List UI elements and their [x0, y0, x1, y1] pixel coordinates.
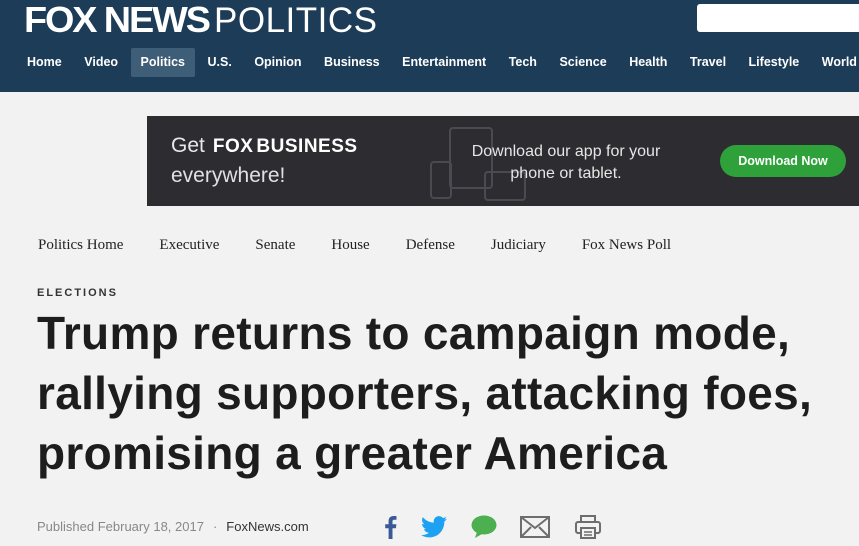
logo-brand: FOX NEWS [24, 0, 211, 40]
ad-everywhere-text: everywhere! [171, 164, 286, 187]
nav-item-lifestyle[interactable]: Lifestyle [739, 48, 810, 77]
facebook-icon[interactable] [377, 512, 403, 542]
nav-item-politics[interactable]: Politics [130, 48, 196, 77]
download-now-button[interactable]: Download Now [720, 145, 846, 177]
nav-item-video[interactable]: Video [74, 48, 128, 77]
subnav-item-house[interactable]: House [331, 235, 369, 255]
ad-banner[interactable]: Get FOX BUSINESS everywhere! Download our … [147, 116, 859, 206]
site-header: FOX NEWS POLITICS Home Video Politics U.… [0, 0, 859, 92]
main-nav: Home Video Politics U.S. Opinion Busines… [17, 48, 859, 77]
search-input[interactable] [697, 4, 859, 32]
subnav-item-politics-home[interactable]: Politics Home [38, 235, 123, 255]
subnav-item-executive[interactable]: Executive [159, 235, 219, 255]
nav-item-entertainment[interactable]: Entertainment [392, 48, 496, 77]
subnav-item-judiciary[interactable]: Judiciary [491, 235, 546, 255]
nav-item-us[interactable]: U.S. [198, 48, 242, 77]
nav-item-travel[interactable]: Travel [680, 48, 736, 77]
comment-icon[interactable] [469, 512, 499, 542]
ad-brand-business: BUSINESS [256, 136, 358, 157]
nav-item-opinion[interactable]: Opinion [244, 48, 311, 77]
article-category[interactable]: ELECTIONS [37, 287, 118, 299]
ad-download-text: Download our app for your phone or table… [471, 143, 661, 182]
subnav-item-fox-news-poll[interactable]: Fox News Poll [582, 235, 671, 255]
published-date: Published February 18, 2017 [37, 519, 204, 534]
ad-get-text: Get FOX BUSINESS [171, 134, 358, 158]
article-headline: Trump returns to campaign mode, rallying… [37, 307, 813, 479]
email-icon[interactable] [520, 512, 550, 542]
logo-section: POLITICS [214, 1, 378, 40]
nav-item-science[interactable]: Science [549, 48, 616, 77]
print-icon[interactable] [573, 512, 603, 542]
site-logo[interactable]: FOX NEWS POLITICS [24, 0, 378, 40]
nav-item-world[interactable]: World [812, 48, 859, 77]
nav-item-tech[interactable]: Tech [499, 48, 547, 77]
nav-item-business[interactable]: Business [314, 48, 390, 77]
share-bar [377, 512, 603, 542]
section-subnav: Politics Home Executive Senate House Def… [38, 235, 707, 255]
ad-get-word: Get [171, 134, 205, 157]
ad-brand-fox: FOX [212, 136, 254, 157]
twitter-icon[interactable] [419, 512, 449, 542]
meta-separator: · [212, 519, 218, 534]
article-source: FoxNews.com [226, 519, 309, 534]
nav-item-health[interactable]: Health [619, 48, 677, 77]
article-meta: Published February 18, 2017 · FoxNews.com [37, 519, 309, 534]
subnav-item-defense[interactable]: Defense [406, 235, 455, 255]
subnav-item-senate[interactable]: Senate [255, 235, 295, 255]
nav-item-home[interactable]: Home [17, 48, 72, 77]
